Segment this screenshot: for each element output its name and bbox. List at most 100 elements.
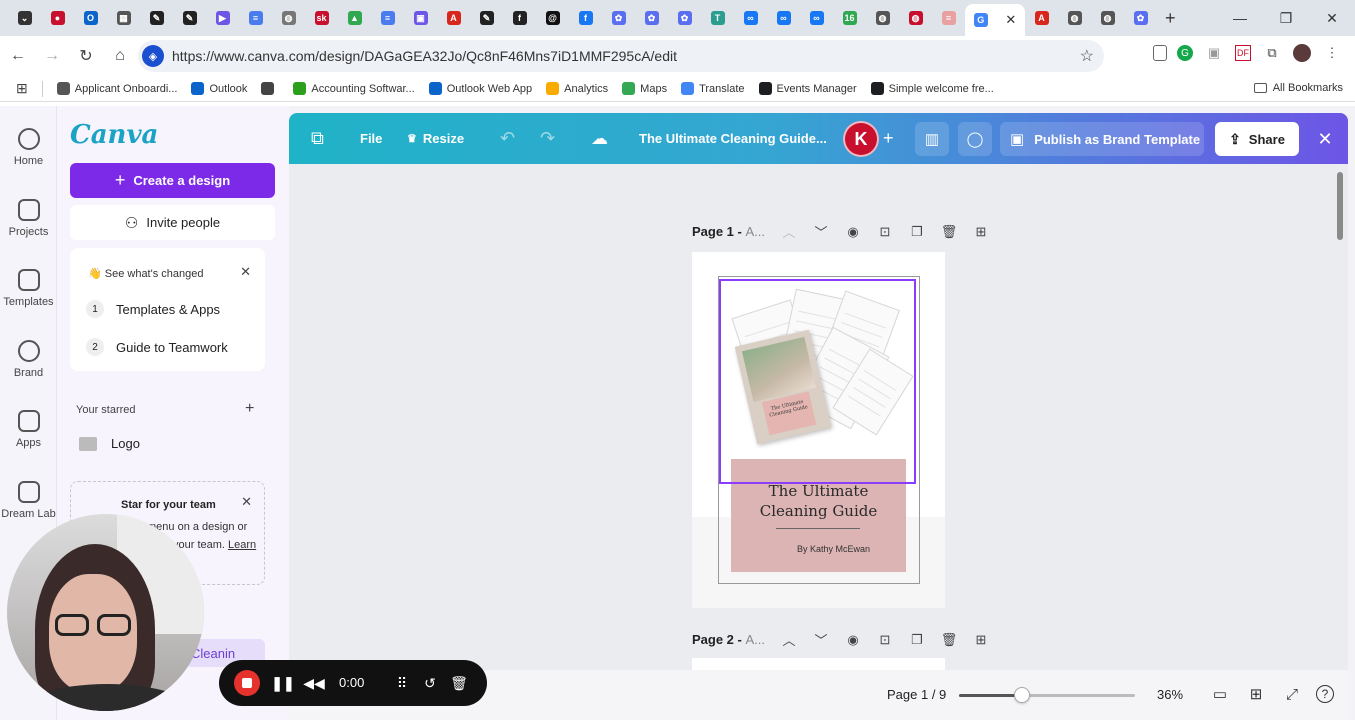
- canva-logo[interactable]: Canva: [70, 120, 158, 150]
- home-icon[interactable]: ⌂: [104, 40, 136, 72]
- extension-calculator-icon[interactable]: [1153, 45, 1167, 61]
- browser-tab-f-icon[interactable]: f: [503, 4, 536, 32]
- restore-icon[interactable]: ❐: [1263, 10, 1309, 27]
- zoom-slider[interactable]: [959, 687, 1135, 703]
- browser-tab-flower-icon[interactable]: ✿: [1124, 4, 1157, 32]
- pause-icon[interactable]: ❚❚: [271, 672, 294, 694]
- list-item[interactable]: 1 Templates & Apps: [86, 300, 220, 318]
- browser-tab-adobe-icon[interactable]: A: [437, 4, 470, 32]
- rail-item-brand[interactable]: Brand: [0, 340, 57, 379]
- learn-link[interactable]: Learn: [228, 539, 256, 551]
- help-icon[interactable]: ?: [1316, 685, 1334, 703]
- rail-item-projects[interactable]: Projects: [0, 199, 57, 238]
- bookmark-item[interactable]: Analytics: [546, 82, 608, 95]
- hide-page-icon[interactable]: ◉: [837, 224, 869, 240]
- bookmark-item[interactable]: Translate: [681, 82, 745, 95]
- bookmark-item[interactable]: Accounting Softwar...: [293, 82, 415, 95]
- rail-item-home[interactable]: Home: [0, 128, 57, 167]
- add-page-icon[interactable]: ⊞: [965, 224, 997, 240]
- starred-item-logo[interactable]: Logo: [79, 436, 140, 451]
- comment-icon[interactable]: ◯: [958, 122, 992, 156]
- lock-icon[interactable]: ⊡: [869, 632, 901, 648]
- move-down-icon[interactable]: ﹀: [805, 630, 837, 649]
- browser-tab-outlook-icon[interactable]: O: [74, 4, 107, 32]
- close-window-icon[interactable]: ✕: [1309, 10, 1355, 27]
- add-page-icon[interactable]: ⊞: [965, 632, 997, 648]
- browser-tab-globe-icon[interactable]: ◍: [866, 4, 899, 32]
- bookmark-item[interactable]: Outlook Web App: [428, 82, 532, 95]
- browser-tab-record-icon[interactable]: ●: [41, 4, 74, 32]
- bookmark-item[interactable]: Events Manager: [758, 82, 857, 95]
- add-starred-icon[interactable]: +: [245, 400, 254, 418]
- reload-icon[interactable]: ↻: [70, 40, 102, 72]
- browser-tab-flower-icon[interactable]: ✿: [635, 4, 668, 32]
- document-title[interactable]: The Ultimate Cleaning Guide...: [639, 113, 827, 164]
- apps-grid-icon[interactable]: ⊞: [16, 80, 28, 97]
- bookmark-star-icon[interactable]: ☆: [1080, 46, 1094, 66]
- browser-tab-globe-icon[interactable]: ◍: [899, 4, 932, 32]
- minimize-icon[interactable]: —: [1217, 10, 1263, 26]
- fullscreen-icon[interactable]: ⤢: [1281, 683, 1303, 705]
- address-bar[interactable]: ◈ https://www.canva.com/design/DAGaGEA32…: [138, 40, 1104, 72]
- publish-brand-template-button[interactable]: ▣ Publish as Brand Template: [1000, 122, 1204, 156]
- cover-byline[interactable]: By Kathy McEwan: [731, 544, 906, 554]
- browser-tab-threads-icon[interactable]: @: [536, 4, 569, 32]
- page-2-title[interactable]: Page 2 - A...: [692, 632, 765, 647]
- zoom-slider-handle[interactable]: [1014, 687, 1031, 703]
- browser-tab-chevron-down-icon[interactable]: ⌄: [8, 4, 41, 32]
- browser-tab-chat-icon[interactable]: ▣: [404, 4, 437, 32]
- cover-title[interactable]: The Ultimate Cleaning Guide: [731, 481, 906, 521]
- extensions-puzzle-icon[interactable]: ⧉: [1261, 42, 1283, 64]
- lock-icon[interactable]: ⊡: [869, 224, 901, 240]
- browser-tab-meta-icon[interactable]: ∞: [767, 4, 800, 32]
- create-design-button[interactable]: + Create a design: [70, 163, 275, 198]
- rail-item-apps[interactable]: Apps: [0, 410, 57, 449]
- browser-tab-facebook-icon[interactable]: f: [569, 4, 602, 32]
- rail-item-templates[interactable]: Templates: [0, 269, 57, 308]
- selection-box[interactable]: [719, 279, 916, 484]
- forward-arrow-icon[interactable]: →: [36, 40, 68, 72]
- move-up-icon[interactable]: ︿: [773, 630, 805, 649]
- invite-people-button[interactable]: ⚇ Invite people: [70, 205, 275, 240]
- collaborator-avatar[interactable]: K: [843, 121, 879, 157]
- undo-icon[interactable]: ↶: [500, 113, 515, 164]
- duplicate-icon[interactable]: ❐: [901, 224, 933, 240]
- site-info-icon[interactable]: ◈: [142, 45, 164, 67]
- delete-icon[interactable]: 🗑: [933, 224, 965, 240]
- browser-tab-meta-icon[interactable]: ∞: [800, 4, 833, 32]
- duplicate-icon[interactable]: ❐: [901, 632, 933, 648]
- move-up-icon[interactable]: ︿: [773, 222, 805, 241]
- browser-tab-flower-icon[interactable]: ✿: [668, 4, 701, 32]
- close-tab-icon[interactable]: ✕: [1005, 12, 1016, 28]
- list-item[interactable]: 2 Guide to Teamwork: [86, 338, 228, 356]
- resize-button[interactable]: ♛ Resize: [407, 113, 464, 164]
- external-link-icon[interactable]: ⧉: [311, 113, 324, 164]
- bookmark-item[interactable]: [261, 82, 279, 95]
- browser-tab-flower-icon[interactable]: ✿: [602, 4, 635, 32]
- bookmark-item[interactable]: Maps: [622, 82, 667, 95]
- file-menu[interactable]: File: [360, 113, 382, 164]
- browser-tab-canva-dark-icon[interactable]: ✎: [140, 4, 173, 32]
- bookmark-item[interactable]: Simple welcome fre...: [870, 82, 994, 95]
- close-icon[interactable]: ✕: [241, 494, 252, 510]
- browser-tab-canva-dark-icon[interactable]: ✎: [173, 4, 206, 32]
- restart-icon[interactable]: ↺: [419, 672, 441, 694]
- browser-tab-canva-dark-icon[interactable]: ✎: [470, 4, 503, 32]
- extension-pdf-icon[interactable]: DF: [1235, 45, 1251, 61]
- browser-tab-tm-icon[interactable]: T: [701, 4, 734, 32]
- delete-icon[interactable]: 🗑: [933, 632, 965, 648]
- new-tab-icon[interactable]: +: [1165, 8, 1176, 29]
- browser-tab-video-icon[interactable]: ▶: [206, 4, 239, 32]
- share-button[interactable]: ⇪ Share: [1215, 122, 1299, 156]
- page-view-icon[interactable]: ▭: [1209, 683, 1231, 705]
- all-bookmarks[interactable]: All Bookmarks: [1253, 82, 1343, 94]
- canvas-scrollbar[interactable]: [1337, 172, 1343, 240]
- browser-tab-globe-icon[interactable]: ◍: [1058, 4, 1091, 32]
- rail-item-dream-lab[interactable]: Dream Lab: [0, 481, 57, 520]
- close-editor-icon[interactable]: ✕: [1313, 122, 1337, 156]
- zoom-level[interactable]: 36%: [1157, 687, 1183, 702]
- hide-page-icon[interactable]: ◉: [837, 632, 869, 648]
- page-1-title[interactable]: Page 1 - A...: [692, 224, 765, 239]
- browser-tab-adobe-icon[interactable]: A: [1025, 4, 1058, 32]
- stop-recording-button[interactable]: [234, 670, 260, 696]
